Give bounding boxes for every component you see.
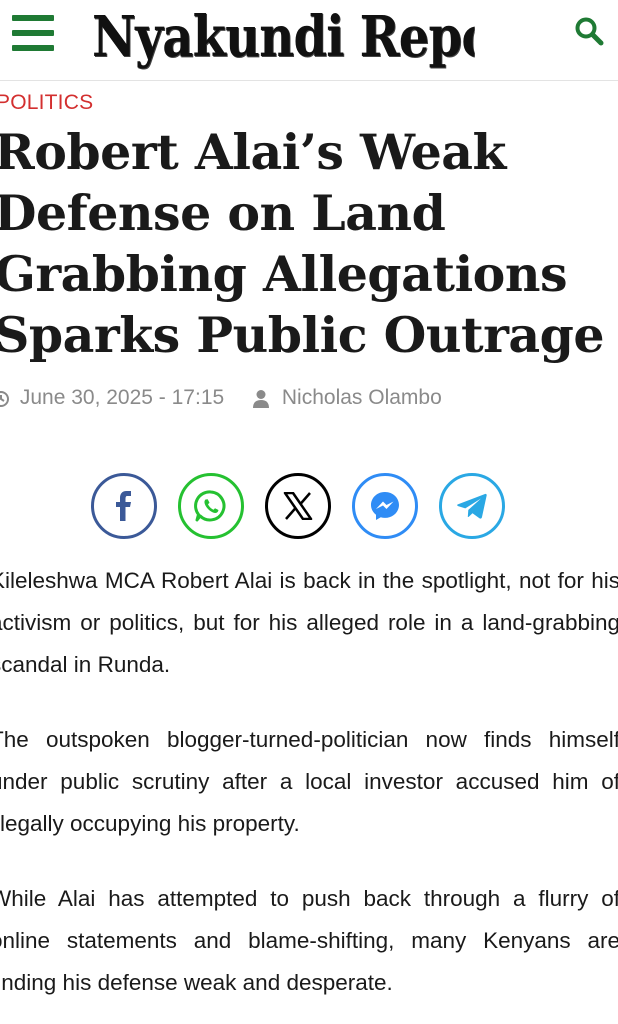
article-title: Robert Alai’s Weak Defense on Land Grabb…	[0, 123, 605, 364]
hamburger-menu-icon	[12, 15, 54, 21]
share-facebook-button[interactable]	[91, 473, 157, 539]
article-meta: June 30, 2025 - 17:15 Nicholas Olambo	[0, 386, 442, 414]
site-logo[interactable]: Nyakundi Report	[92, 0, 475, 78]
share-telegram-button[interactable]	[439, 473, 505, 539]
author-name[interactable]: Nicholas Olambo	[282, 386, 442, 409]
site-header: Nyakundi Report	[0, 0, 618, 81]
article-paragraph: While Alai has attempted to push back th…	[0, 886, 618, 995]
article-paragraph: Kileleshwa MCA Robert Alai is back in th…	[0, 568, 618, 677]
article-paragraph: The outspoken blogger-turned-politician …	[0, 727, 618, 836]
search-button[interactable]	[574, 16, 608, 50]
facebook-icon	[116, 491, 131, 521]
menu-button[interactable]	[12, 14, 56, 54]
menu-bar	[12, 45, 54, 51]
telegram-icon	[457, 493, 487, 519]
article-category[interactable]: POLITICS	[0, 91, 93, 115]
clock-icon	[0, 386, 10, 410]
share-whatsapp-button[interactable]	[178, 473, 244, 539]
messenger-icon	[371, 492, 399, 520]
share-x-button[interactable]	[265, 473, 331, 539]
menu-bar	[12, 30, 54, 36]
user-icon	[252, 386, 270, 410]
whatsapp-icon	[194, 490, 226, 522]
publish-date: June 30, 2025 - 17:15	[19, 386, 225, 410]
x-icon	[283, 492, 313, 520]
share-messenger-button[interactable]	[352, 473, 418, 539]
search-icon	[575, 17, 604, 46]
